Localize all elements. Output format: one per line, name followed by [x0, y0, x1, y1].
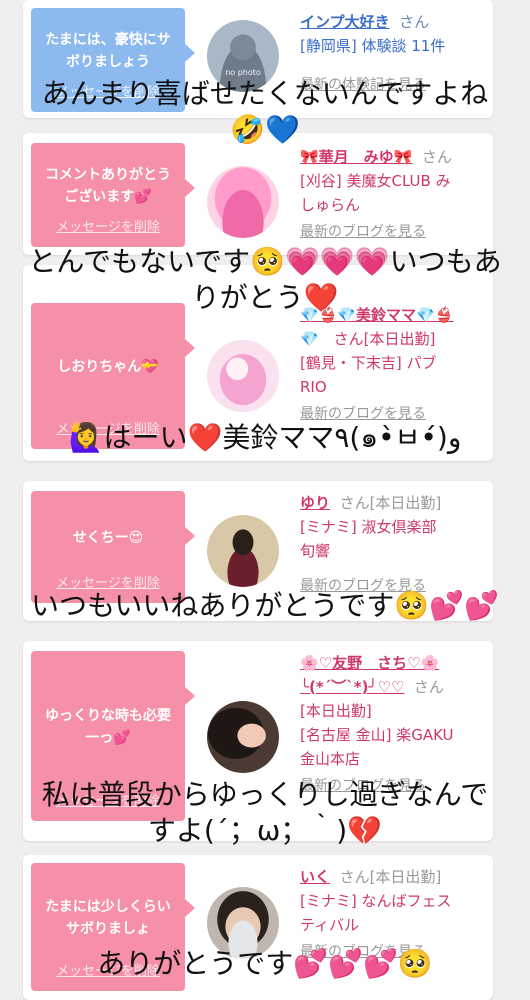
user-name-emoticon[interactable]: ╰(*´︶`*)╯♡♡: [300, 678, 404, 696]
user-detail: [刈谷] 美魔女CLUB み: [300, 172, 451, 190]
user-detail: ティバル: [300, 916, 360, 934]
honorific: さん[本日出勤]: [339, 868, 442, 886]
reply-caption-line: すよ(´；ω；｀)💔: [147, 814, 383, 847]
user-info: 🌸♡友野 さち♡🌸 ╰(*´︶`*)╯♡♡ さん [本日出勤] [名古屋 金山]…: [300, 651, 483, 798]
message-text: ゆっくりな時も必要一っ💕: [45, 708, 171, 746]
user-name-link[interactable]: いく: [300, 868, 330, 886]
reply-caption-line: 🙋‍♀️はーい❤️美鈴ママ٩(๑•̀ㅂ•́)و: [68, 421, 462, 454]
user-detail: [ミナミ] なんばフェス: [300, 892, 452, 910]
user-detail: [鶴見・下末吉] パブ: [300, 354, 437, 372]
user-info: 🎀華月 みゆ🎀 さん [刈谷] 美魔女CLUB み しゅらん 最新のブログを見る: [300, 145, 483, 244]
message-bubble: コメントありがとうございます💕 メッセージを削除: [31, 143, 195, 247]
honorific: 💎 さん[本日出勤]: [300, 330, 436, 348]
reply-caption: ありがとうです💕💕💕🥺: [0, 946, 530, 982]
message-text: せくちー😍: [72, 530, 144, 546]
reply-caption-line: 🤣💙: [230, 113, 300, 146]
honorific: さん: [399, 13, 430, 31]
honorific: さん[本日出勤]: [339, 494, 442, 512]
reply-caption: とんでもないです🥺💗💗💗いつもあ りがとう❤️: [0, 244, 530, 316]
reply-caption-line: 私は普段からゆっくりし過ぎなんで: [41, 778, 489, 811]
avatar[interactable]: [207, 701, 279, 773]
reply-caption-line: いつもいいねありがとうです🥺💕💕: [30, 589, 500, 622]
user-detail: 金山本店: [300, 750, 361, 768]
reply-caption-line: あんまり喜ばせたくないんですよね: [41, 77, 489, 110]
delete-message-link[interactable]: メッセージを削除: [31, 217, 185, 239]
message-text: たまには少しくらいサボりましょ: [45, 899, 171, 937]
reply-caption: 🙋‍♀️はーい❤️美鈴ママ٩(๑•̀ㅂ•́)و: [0, 420, 530, 456]
user-name-link[interactable]: 🌸♡友野 さち♡🌸: [300, 651, 483, 675]
reply-caption-line: ありがとうです💕💕💕🥺: [97, 947, 433, 980]
reply-caption: 私は普段からゆっくりし過ぎなんで すよ(´；ω；｀)💔: [0, 777, 530, 849]
user-info: 💎👙💎美鈴ママ💎👙 💎 さん[本日出勤] [鶴見・下末吉] パブ RIO 最新の…: [300, 303, 483, 426]
user-detail: 旬響: [300, 542, 331, 560]
user-detail: [名古屋 金山] 楽GAKU: [300, 726, 454, 744]
user-name-link[interactable]: 🎀華月 みゆ🎀: [300, 148, 412, 166]
message-text: コメントありがとうございます💕: [45, 167, 171, 205]
avatar[interactable]: [207, 340, 279, 412]
avatar[interactable]: [207, 515, 279, 587]
message-text: しおりちゃん💝: [57, 359, 159, 375]
user-detail: [ミナミ] 淑女倶楽部: [300, 518, 437, 536]
blog-link[interactable]: 最新のブログを見る: [300, 224, 426, 240]
reply-caption: あんまり喜ばせたくないんですよね 🤣💙: [0, 76, 530, 148]
user-detail: [静岡県] 体験談 11件: [300, 37, 446, 55]
message-text: たまには、豪快にサボりましょう: [45, 32, 171, 70]
user-detail: [本日出勤]: [300, 702, 372, 720]
avatar[interactable]: [207, 166, 279, 238]
user-name-link[interactable]: インプ大好き: [300, 13, 390, 31]
user-name-link[interactable]: ゆり: [300, 494, 330, 512]
reply-caption: いつもいいねありがとうです🥺💕💕: [0, 588, 530, 624]
honorific: さん: [421, 148, 452, 166]
user-info: ゆり さん[本日出勤] [ミナミ] 淑女倶楽部 旬響 最新のブログを見る: [300, 491, 483, 598]
user-detail: しゅらん: [300, 196, 361, 214]
reply-caption-line: とんでもないです🥺💗💗💗いつもあ: [28, 245, 502, 278]
honorific: さん: [413, 678, 444, 696]
message-bubble: せくちー😍 メッセージを削除: [31, 491, 195, 603]
message-card: コメントありがとうございます💕 メッセージを削除 🎀華月 みゆ🎀 さん [刈谷]…: [23, 133, 493, 255]
reply-caption-line: りがとう❤️: [191, 281, 339, 314]
user-detail: RIO: [300, 378, 327, 396]
